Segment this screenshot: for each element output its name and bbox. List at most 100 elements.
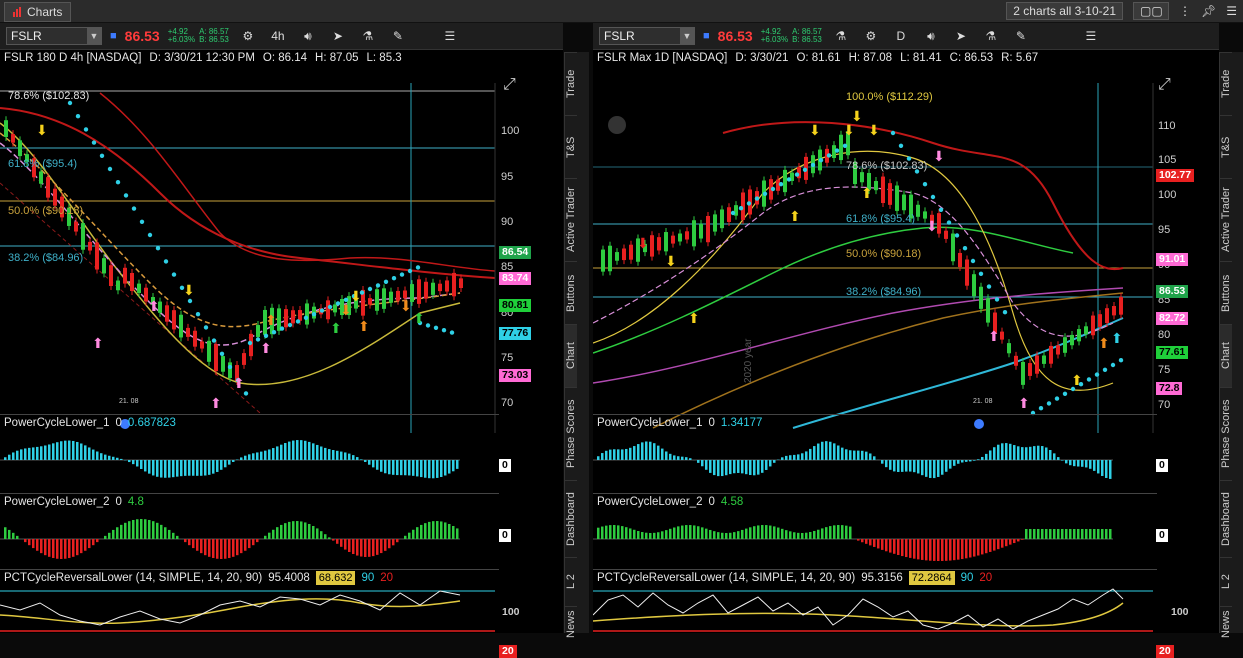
histogram-bar [8, 530, 11, 539]
expand-icon[interactable]: ⤢ [1158, 76, 1171, 94]
sound-icon[interactable]: 🔊︎ [297, 29, 319, 44]
left-pct-plot [0, 585, 495, 633]
histogram-bar [276, 527, 279, 539]
side-tab-trade[interactable]: Trade [565, 52, 577, 115]
settings-gear-icon[interactable]: ⚙ [860, 29, 882, 43]
sar-dot [204, 325, 208, 329]
histogram-bar [1105, 460, 1108, 478]
studies-flask-icon[interactable]: ⚗ [830, 29, 852, 43]
sar-dot [116, 180, 120, 184]
cursor-icon[interactable]: ➤ [950, 29, 972, 43]
histogram-bar [985, 539, 988, 553]
histogram-bar [849, 527, 852, 539]
sar-dot [272, 330, 276, 334]
left-menu-icon[interactable]: ☰ [439, 29, 461, 43]
charts-tab[interactable]: Charts [4, 2, 71, 22]
pin-icon[interactable]: 📌︎ [1201, 4, 1216, 18]
histogram-bar [168, 530, 171, 539]
histogram-bar [360, 539, 363, 557]
right-interval-button[interactable]: D [890, 29, 912, 43]
candle-body [200, 341, 204, 348]
expand-icon[interactable]: ⤢ [503, 76, 516, 94]
right-ind3-v1: 95.3156 [861, 572, 903, 584]
layout-icon[interactable]: ▢▢ [1133, 2, 1169, 20]
left-badge-cyan: 77.76 [499, 327, 531, 340]
left-price-chart[interactable]: ⬇ ⬆ ⬆ ⬇ ⬆ ⬆ ⬆ ⬆ ⬆ ⬇ ⬇ ⬆ ⬇ ⬆ [0, 83, 563, 433]
left-axis-100: 100 [501, 125, 519, 137]
side-tab-dashboard[interactable]: Dashboard [1220, 480, 1232, 557]
left-ind3-header: PCTCycleReversalLower (14, SIMPLE, 14, 2… [0, 569, 499, 586]
side-tab-buttons[interactable]: Buttons [565, 261, 577, 324]
histogram-bar [901, 460, 904, 472]
histogram-bar [913, 460, 916, 472]
histogram-bar [905, 460, 908, 472]
candle-body [179, 315, 183, 338]
candle-body [1035, 355, 1039, 373]
left-symbol-selector[interactable]: FSLR▼ [6, 27, 102, 45]
side-tab-t-s[interactable]: T&S [1220, 115, 1232, 178]
side-tab-news[interactable]: News [1220, 606, 1232, 642]
histogram-bar [921, 539, 924, 560]
candle-body [431, 283, 435, 295]
right-menu-icon[interactable]: ☰ [1080, 29, 1102, 43]
studies-flask-icon[interactable]: ⚗ [980, 29, 1002, 43]
side-tab-buttons[interactable]: Buttons [1220, 261, 1232, 324]
histogram-bar [424, 460, 427, 478]
histogram-bar [92, 450, 95, 460]
side-tab-news[interactable]: News [565, 606, 577, 642]
side-tab-chart[interactable]: Chart [565, 324, 577, 387]
side-tab-t-s[interactable]: T&S [565, 115, 577, 178]
histogram-bar [120, 525, 123, 539]
histogram-bar [1077, 529, 1080, 539]
left-low: L: 85.3 [367, 52, 402, 64]
buy-arrow-icon: ⬆ [265, 312, 277, 328]
histogram-bar [396, 539, 399, 542]
histogram-bar [164, 460, 167, 478]
side-tab-trade[interactable]: Trade [1220, 52, 1232, 115]
right-fib-382: 38.2% ($84.96) [846, 286, 921, 298]
candle-body [839, 135, 843, 160]
settings-gear-icon[interactable]: ⚙ [237, 29, 259, 43]
right-symbol-selector[interactable]: FSLR▼ [599, 27, 695, 45]
menu-icon[interactable]: ☰ [1226, 4, 1237, 18]
side-tab-chart[interactable]: Chart [1220, 324, 1232, 387]
drawing-icon[interactable]: ✎ [387, 29, 409, 43]
side-tab-active-trader[interactable]: Active Trader [1220, 178, 1232, 261]
histogram-bar [348, 539, 351, 552]
histogram-bar [869, 539, 872, 545]
histogram-bar [829, 442, 832, 460]
left-interval-button[interactable]: 4h [267, 29, 289, 43]
candle-body [1098, 314, 1102, 327]
cursor-icon[interactable]: ➤ [327, 29, 349, 43]
drawing-icon[interactable]: ✎ [1010, 29, 1032, 43]
side-tab-l-2[interactable]: L 2 [1220, 557, 1232, 606]
candle-body [88, 242, 92, 251]
histogram-bar [368, 539, 371, 557]
side-tab-phase-scores[interactable]: Phase Scores [565, 387, 577, 480]
side-tab-active-trader[interactable]: Active Trader [565, 178, 577, 261]
histogram-bar [192, 539, 195, 548]
side-tab-l-2[interactable]: L 2 [565, 557, 577, 606]
side-tab-phase-scores[interactable]: Phase Scores [1220, 387, 1232, 480]
grid-config-button[interactable]: 2 charts all 3-10-21 [1006, 2, 1123, 20]
link-icon[interactable]: ■ [703, 30, 710, 42]
histogram-bar [885, 539, 888, 551]
histogram-bar [861, 539, 864, 542]
sell-arrow-icon: ⬆ [1018, 395, 1030, 411]
histogram-bar [969, 460, 972, 461]
candle-body [1000, 332, 1004, 340]
histogram-bar [212, 460, 215, 474]
left-chart-header: FSLR 180 D 4h [NASDAQ] D: 3/30/21 12:30 … [0, 50, 563, 66]
histogram-bar [949, 460, 952, 469]
histogram-bar [56, 442, 59, 460]
histogram-bar [420, 460, 423, 477]
side-tab-dashboard[interactable]: Dashboard [565, 480, 577, 557]
histogram-bar [148, 460, 151, 474]
sound-icon[interactable]: 🔊︎ [920, 29, 942, 44]
right-axis-100: 100 [1158, 189, 1176, 201]
histogram-bar [312, 526, 315, 539]
more-icon[interactable]: ⋮ [1179, 4, 1191, 18]
studies-flask-icon[interactable]: ⚗ [357, 29, 379, 43]
link-icon[interactable]: ■ [110, 30, 117, 42]
histogram-bar [20, 449, 23, 460]
